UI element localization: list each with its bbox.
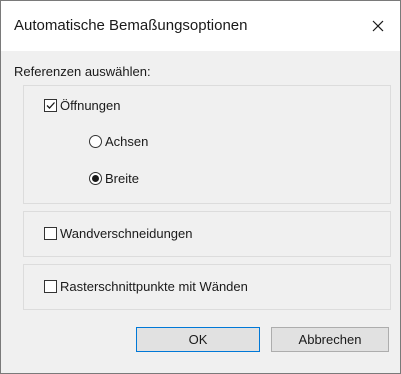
- axes-label: Achsen: [105, 134, 149, 149]
- dialog-title: Automatische Bemaßungsoptionen: [14, 17, 248, 34]
- close-button[interactable]: [356, 1, 400, 51]
- ok-button[interactable]: OK: [136, 327, 260, 352]
- width-label: Breite: [105, 171, 139, 186]
- grid-intersections-group: Rasterschnittpunkte mit Wänden: [23, 264, 391, 310]
- cancel-button[interactable]: Abbrechen: [271, 327, 389, 352]
- wall-intersections-row[interactable]: Wandverschneidungen: [44, 226, 193, 241]
- grid-intersections-row[interactable]: Rasterschnittpunkte mit Wänden: [44, 279, 248, 294]
- wall-intersections-checkbox[interactable]: [44, 227, 57, 240]
- wall-intersections-label: Wandverschneidungen: [60, 226, 193, 241]
- width-radio[interactable]: [89, 172, 102, 185]
- grid-intersections-checkbox[interactable]: [44, 280, 57, 293]
- openings-group: Öffnungen Achsen Breite: [23, 85, 391, 204]
- close-icon: [372, 20, 384, 32]
- axes-radio[interactable]: [89, 135, 102, 148]
- auto-dimension-options-dialog: Automatische Bemaßungsoptionen Referenze…: [0, 0, 401, 374]
- checkmark-icon: [46, 102, 55, 109]
- openings-checkbox[interactable]: [44, 99, 57, 112]
- section-label: Referenzen auswählen:: [14, 64, 151, 79]
- openings-label: Öffnungen: [60, 98, 121, 113]
- wall-intersections-group: Wandverschneidungen: [23, 211, 391, 257]
- axes-radio-row[interactable]: Achsen: [89, 134, 148, 149]
- title-bar: Automatische Bemaßungsoptionen: [1, 1, 400, 51]
- openings-checkbox-row[interactable]: Öffnungen: [44, 98, 120, 113]
- width-radio-row[interactable]: Breite: [89, 171, 139, 186]
- grid-intersections-label: Rasterschnittpunkte mit Wänden: [60, 279, 248, 294]
